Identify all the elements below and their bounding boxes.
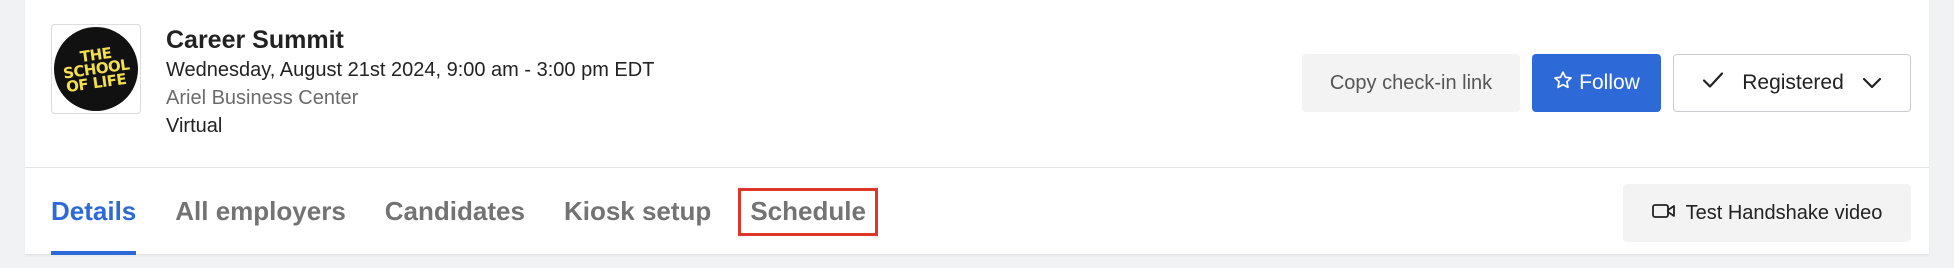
- test-handshake-video-label: Test Handshake video: [1685, 201, 1883, 224]
- event-date: Wednesday, August 21st 2024, 9:00 am - 3…: [166, 59, 655, 81]
- registered-label: Registered: [1742, 71, 1844, 94]
- chevron-down-icon: [1862, 71, 1882, 95]
- copy-check-in-link-button[interactable]: Copy check-in link: [1302, 54, 1520, 112]
- event-title: Career Summit: [166, 26, 344, 54]
- star-outline-icon: [1553, 70, 1573, 96]
- follow-label: Follow: [1579, 71, 1640, 94]
- tab-all-employers[interactable]: All employers: [175, 168, 346, 255]
- registered-dropdown-button[interactable]: Registered: [1673, 54, 1911, 112]
- event-location: Ariel Business Center: [166, 87, 359, 109]
- tab-details[interactable]: Details: [51, 168, 137, 255]
- video-camera-icon: [1651, 202, 1676, 225]
- event-mode: Virtual: [166, 115, 223, 137]
- event-card: THE SCHOOL OF LIFE Career Summit Wednesd…: [25, 0, 1929, 255]
- event-tabs: Details All employers Candidates Kiosk s…: [51, 168, 914, 255]
- follow-button[interactable]: Follow: [1532, 54, 1661, 112]
- event-info: Career Summit Wednesday, August 21st 202…: [166, 24, 654, 140]
- checkmark-icon: [1702, 71, 1724, 95]
- test-handshake-video-button[interactable]: Test Handshake video: [1623, 184, 1911, 242]
- organizer-logo: THE SCHOOL OF LIFE: [51, 24, 141, 114]
- school-of-life-logo: THE SCHOOL OF LIFE: [54, 27, 138, 111]
- tab-schedule[interactable]: Schedule: [738, 187, 878, 236]
- tab-candidates[interactable]: Candidates: [385, 168, 525, 255]
- copy-check-in-link-label: Copy check-in link: [1329, 71, 1493, 94]
- event-header: THE SCHOOL OF LIFE Career Summit Wednesd…: [25, 0, 1929, 167]
- tab-kiosk-setup[interactable]: Kiosk setup: [564, 168, 711, 255]
